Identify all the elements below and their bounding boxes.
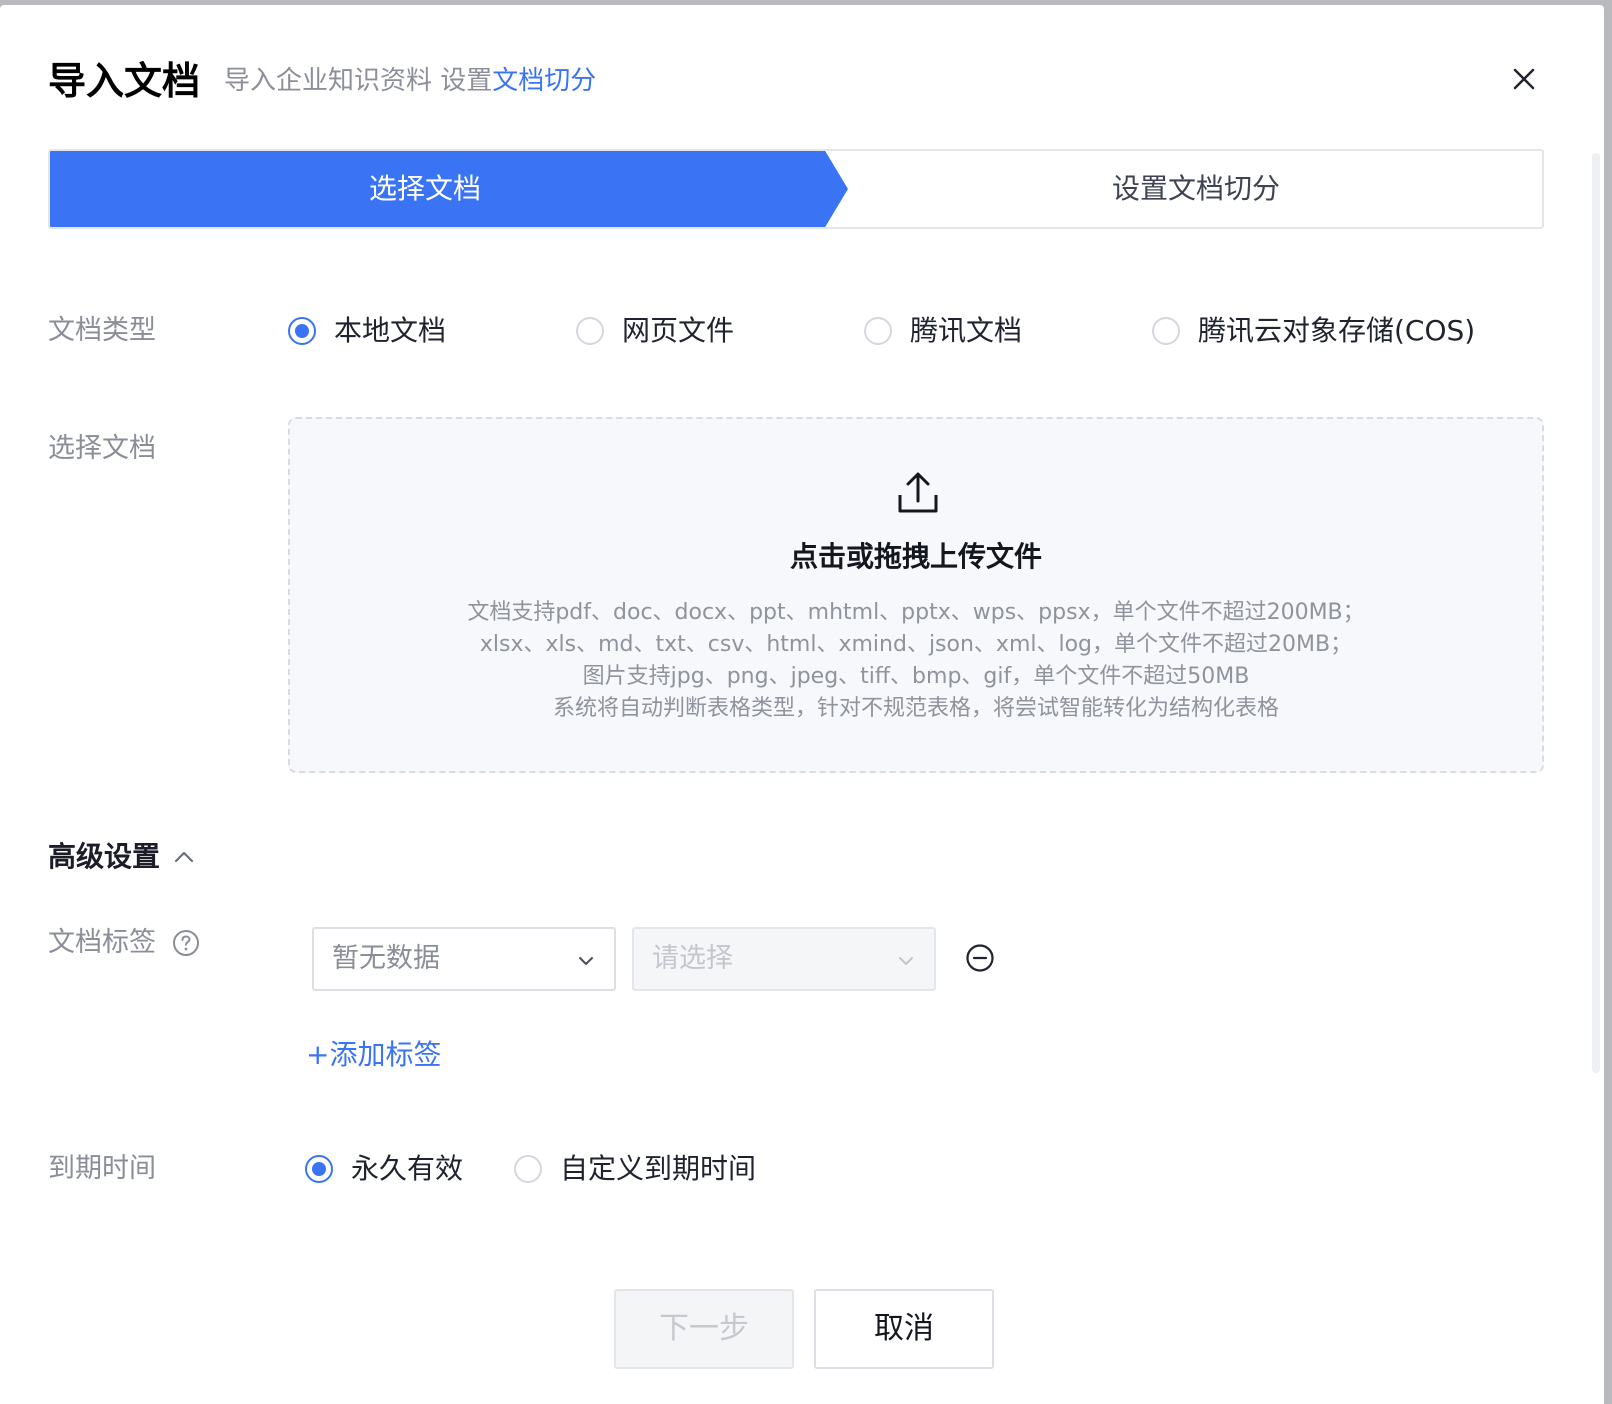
radio-circle — [576, 317, 604, 345]
radio-local-doc[interactable]: 本地文档 — [288, 311, 446, 351]
radio-custom-expiry[interactable]: 自定义到期时间 — [514, 1149, 756, 1189]
radio-circle-selected — [288, 317, 316, 345]
radio-circle — [514, 1155, 542, 1183]
import-document-dialog: 导入文档 导入企业知识资料 设置文档切分 选择文档 设置文档切分 文档类型 本地… — [0, 5, 1604, 1404]
radio-permanent[interactable]: 永久有效 — [305, 1149, 463, 1189]
upload-icon — [898, 472, 938, 513]
radio-circle — [864, 317, 892, 345]
radio-label: 网页文件 — [622, 314, 735, 347]
scrollbar[interactable] — [1592, 153, 1600, 1073]
tag-key-select[interactable]: 暂无数据 — [312, 927, 616, 991]
close-button[interactable] — [1508, 63, 1540, 95]
upload-desc-line: xlsx、xls、md、txt、csv、html、xmind、json、xml、… — [479, 632, 1353, 657]
help-icon[interactable] — [172, 929, 200, 957]
cancel-button[interactable]: 取消 — [814, 1289, 994, 1369]
advanced-settings-toggle[interactable]: 高级设置 — [48, 837, 196, 877]
remove-tag-icon[interactable] — [965, 943, 995, 973]
dialog-title: 导入文档 — [48, 59, 201, 103]
upload-title: 点击或拖拽上传文件 — [789, 540, 1042, 573]
step-1-label: 选择文档 — [368, 172, 481, 205]
radio-label: 腾讯文档 — [910, 314, 1023, 347]
doc-tag-label: 文档标签 — [48, 927, 156, 958]
tag-value-select: 请选择 — [632, 927, 936, 991]
upload-desc-line: 文档支持pdf、doc、docx、ppt、mhtml、pptx、wps、ppsx… — [467, 600, 1365, 625]
tag-key-placeholder: 暂无数据 — [332, 943, 440, 974]
upload-desc-line: 系统将自动判断表格类型，针对不规范表格，将尝试智能转化为结构化表格 — [552, 696, 1279, 721]
radio-circle — [1152, 317, 1180, 345]
chevron-up-icon — [174, 851, 194, 863]
next-step-button: 下一步 — [614, 1289, 794, 1369]
subtitle-link[interactable]: 文档切分 — [492, 66, 596, 96]
radio-label: 永久有效 — [351, 1152, 464, 1185]
select-doc-label: 选择文档 — [48, 433, 156, 464]
radio-circle-selected — [305, 1155, 333, 1183]
upload-description: 文档支持pdf、doc、docx、ppt、mhtml、pptx、wps、ppsx… — [290, 597, 1542, 725]
radio-label: 本地文档 — [334, 314, 447, 347]
step-indicator: 选择文档 设置文档切分 — [48, 149, 1544, 229]
subtitle-text: 导入企业知识资料 设置 — [224, 66, 493, 96]
dialog-subtitle: 导入企业知识资料 设置文档切分 — [224, 63, 596, 99]
step-2-label: 设置文档切分 — [1111, 172, 1280, 205]
upload-desc-line: 图片支持jpg、png、jpeg、tiff、bmp、gif，单个文件不超过50M… — [582, 664, 1250, 689]
radio-tencent-cos[interactable]: 腾讯云对象存储(COS) — [1152, 311, 1475, 351]
chevron-down-icon — [579, 957, 593, 965]
upload-dropzone[interactable]: 点击或拖拽上传文件 文档支持pdf、doc、docx、ppt、mhtml、ppt… — [288, 417, 1544, 773]
close-icon — [1513, 68, 1535, 90]
radio-label: 自定义到期时间 — [560, 1152, 757, 1185]
add-tag-link[interactable]: +添加标签 — [306, 1035, 441, 1075]
advanced-settings-title: 高级设置 — [48, 840, 161, 873]
radio-label: 腾讯云对象存储(COS) — [1198, 314, 1476, 347]
radio-tencent-doc[interactable]: 腾讯文档 — [864, 311, 1022, 351]
doc-type-label: 文档类型 — [48, 315, 156, 346]
expiry-label: 到期时间 — [48, 1153, 156, 1184]
tag-value-placeholder: 请选择 — [652, 943, 733, 974]
radio-web-file[interactable]: 网页文件 — [576, 311, 734, 351]
chevron-down-icon — [899, 957, 913, 965]
